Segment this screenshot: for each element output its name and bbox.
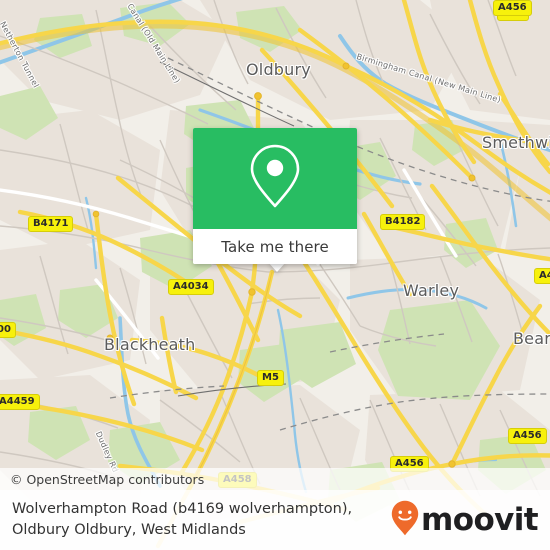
moovit-smiley-pin-icon xyxy=(391,500,419,541)
location-title: Wolverhampton Road (b4169 wolverhampton)… xyxy=(12,501,353,538)
map-screenshot: Oldbury Smethwick Warley Bearw Blackheat… xyxy=(0,0,550,550)
poi-card-action-bar[interactable]: Take me there xyxy=(193,229,357,264)
take-me-there-label: Take me there xyxy=(221,237,329,256)
map-pin-icon xyxy=(249,143,301,214)
footer-bar: Wolverhampton Road (b4169 wolverhampton)… xyxy=(0,490,550,550)
poi-card-image-area xyxy=(193,128,357,229)
moovit-wordmark: moovit xyxy=(421,501,539,538)
take-me-there-card[interactable]: Take me there xyxy=(193,128,357,264)
moovit-logo[interactable]: moovit xyxy=(391,500,539,541)
openstreetmap-attribution[interactable]: © OpenStreetMap contributors xyxy=(0,472,204,487)
map-attribution-bar: © OpenStreetMap contributors xyxy=(0,468,550,490)
